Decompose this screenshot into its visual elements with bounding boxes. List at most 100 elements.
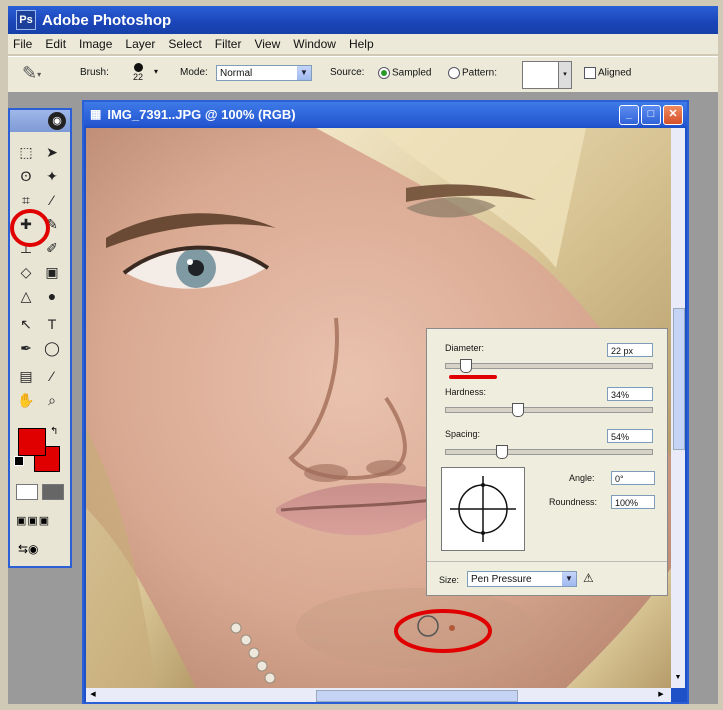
move-tool-icon[interactable]: ➤ <box>42 142 62 162</box>
close-icon[interactable]: ✕ <box>663 105 683 125</box>
size-select[interactable]: Pen Pressure ▼ <box>467 571 577 587</box>
app-titlebar: Ps Adobe Photoshop <box>8 6 718 34</box>
roundness-field[interactable]: 100% <box>611 495 655 509</box>
annotation-circle-tool <box>10 209 50 247</box>
toolbox-header[interactable]: ◉ <box>10 110 70 132</box>
brush-angle-preview[interactable] <box>441 467 525 551</box>
hardness-label: Hardness: <box>445 387 487 397</box>
menu-image[interactable]: Image <box>79 37 112 51</box>
diameter-label: Diameter: <box>445 343 485 353</box>
menu-window[interactable]: Window <box>293 37 336 51</box>
spacing-field[interactable]: 54% <box>607 429 653 443</box>
hardness-field[interactable]: 34% <box>607 387 653 401</box>
standard-mode-icon[interactable] <box>16 484 38 500</box>
path-selection-tool-icon[interactable]: ↖ <box>16 314 36 334</box>
hand-tool-icon[interactable]: ✋ <box>16 390 36 410</box>
brush-tip-icon <box>133 63 143 72</box>
horizontal-scroll-thumb[interactable] <box>316 690 518 702</box>
chevron-down-icon: ▼ <box>297 66 311 80</box>
spacing-slider-thumb[interactable] <box>496 445 508 459</box>
vertical-scrollbar[interactable]: ▼ <box>671 128 685 688</box>
maximize-icon[interactable]: □ <box>641 105 661 125</box>
pattern-label: Pattern: <box>462 67 498 79</box>
divider <box>427 561 667 562</box>
type-tool-icon[interactable]: T <box>42 314 62 334</box>
quick-mask-mode-icon[interactable] <box>42 484 64 500</box>
eye-icon[interactable]: ◉ <box>48 112 66 130</box>
default-colors-icon[interactable] <box>14 456 24 466</box>
source-pattern-radio[interactable]: Pattern: <box>448 67 497 79</box>
marquee-tool-icon[interactable]: ⬚ <box>16 142 36 162</box>
zoom-tool-icon[interactable]: ⌕ <box>42 390 62 410</box>
vertical-scroll-thumb[interactable] <box>673 308 685 450</box>
diameter-field[interactable]: 22 px <box>607 343 653 357</box>
shape-tool-icon[interactable]: ◯ <box>42 338 62 358</box>
menu-filter[interactable]: Filter <box>215 37 242 51</box>
document-titlebar[interactable]: ▦ IMG_7391..JPG @ 100% (RGB) _ □ ✕ <box>84 102 687 126</box>
mode-label: Mode: <box>180 67 208 78</box>
menu-edit[interactable]: Edit <box>45 37 66 51</box>
mode-value: Normal <box>220 68 253 79</box>
horizontal-scrollbar[interactable]: ◀ ▶ <box>86 688 671 702</box>
scroll-left-icon[interactable]: ◀ <box>88 690 98 700</box>
checkbox-icon <box>584 67 596 79</box>
brush-size: 22 <box>132 72 143 82</box>
options-bar: ✎▾ Brush: 22 ▾ Mode: Normal ▼ Source: Sa… <box>8 56 718 94</box>
size-label: Size: <box>439 575 460 585</box>
angle-field[interactable]: 0° <box>611 471 655 485</box>
annotation-underline <box>449 375 497 379</box>
magic-wand-tool-icon[interactable]: ✦ <box>42 166 62 186</box>
spacing-label: Spacing: <box>445 429 481 439</box>
brush-dropdown-icon[interactable]: ▾ <box>154 67 158 76</box>
swap-colors-icon[interactable]: ↰ <box>50 426 58 437</box>
foreground-color-swatch[interactable] <box>18 428 46 456</box>
brush-options-panel: Diameter: 22 px Hardness: 34% Spacing: 5… <box>426 328 668 596</box>
healing-brush-tool-preset-icon[interactable]: ✎▾ <box>22 63 62 85</box>
photoshop-icon: Ps <box>16 10 36 30</box>
screen-mode-icons[interactable]: ▣▣▣ <box>16 514 62 528</box>
diameter-slider-thumb[interactable] <box>460 359 472 373</box>
source-sampled-radio[interactable]: Sampled <box>378 67 431 79</box>
sampled-label: Sampled <box>392 67 432 79</box>
aligned-checkbox[interactable]: Aligned <box>584 67 631 79</box>
spacing-slider[interactable] <box>445 445 653 459</box>
document-title: IMG_7391..JPG @ 100% (RGB) <box>107 106 296 122</box>
menu-view[interactable]: View <box>254 37 280 51</box>
gradient-tool-icon[interactable]: ▣ <box>42 262 62 282</box>
menu-layer[interactable]: Layer <box>125 37 155 51</box>
mode-select[interactable]: Normal ▼ <box>216 65 312 81</box>
chevron-down-icon: ▼ <box>562 572 576 586</box>
brush-picker[interactable]: 22 <box>124 61 152 89</box>
radio-selected-icon <box>378 67 390 79</box>
pattern-dropdown-icon[interactable]: ▾ <box>558 61 572 89</box>
notes-tool-icon[interactable]: ▤ <box>16 366 36 386</box>
scroll-down-icon[interactable]: ▼ <box>673 674 683 686</box>
roundness-label: Roundness: <box>549 497 598 507</box>
warning-icon: ⚠ <box>583 571 594 585</box>
jump-to-imageready-icon[interactable]: ⇆◉ <box>18 542 64 558</box>
hardness-slider-thumb[interactable] <box>512 403 524 417</box>
menu-help[interactable]: Help <box>349 37 374 51</box>
menubar: File Edit Image Layer Select Filter View… <box>8 34 718 54</box>
brush-label: Brush: <box>80 67 109 78</box>
toolbox: ◉ ⬚ ➤ ʘ ✦ ⌗ ⁄ ✚ ✎ ⊥ ✐ ◇ ▣ △ ● ↖ T ✒ ◯ ▤ … <box>8 108 72 568</box>
angle-label: Angle: <box>569 473 595 483</box>
app-title: Adobe Photoshop <box>42 11 172 29</box>
lasso-tool-icon[interactable]: ʘ <box>16 166 36 186</box>
diameter-slider[interactable] <box>445 359 653 373</box>
aligned-label: Aligned <box>598 67 632 79</box>
blur-tool-icon[interactable]: △ <box>16 286 36 306</box>
dodge-tool-icon[interactable]: ● <box>42 286 62 306</box>
source-label: Source: <box>330 67 365 78</box>
menu-file[interactable]: File <box>13 37 32 51</box>
menu-select[interactable]: Select <box>168 37 201 51</box>
crosshair-circle-icon <box>450 476 516 542</box>
minimize-icon[interactable]: _ <box>619 105 639 125</box>
radio-icon <box>448 67 460 79</box>
pen-tool-icon[interactable]: ✒ <box>16 338 36 358</box>
eraser-tool-icon[interactable]: ◇ <box>16 262 36 282</box>
eyedropper-tool-icon[interactable]: ⁄ <box>42 366 62 386</box>
scroll-right-icon[interactable]: ▶ <box>656 690 666 700</box>
hardness-slider[interactable] <box>445 403 653 417</box>
pattern-picker[interactable] <box>522 61 560 89</box>
